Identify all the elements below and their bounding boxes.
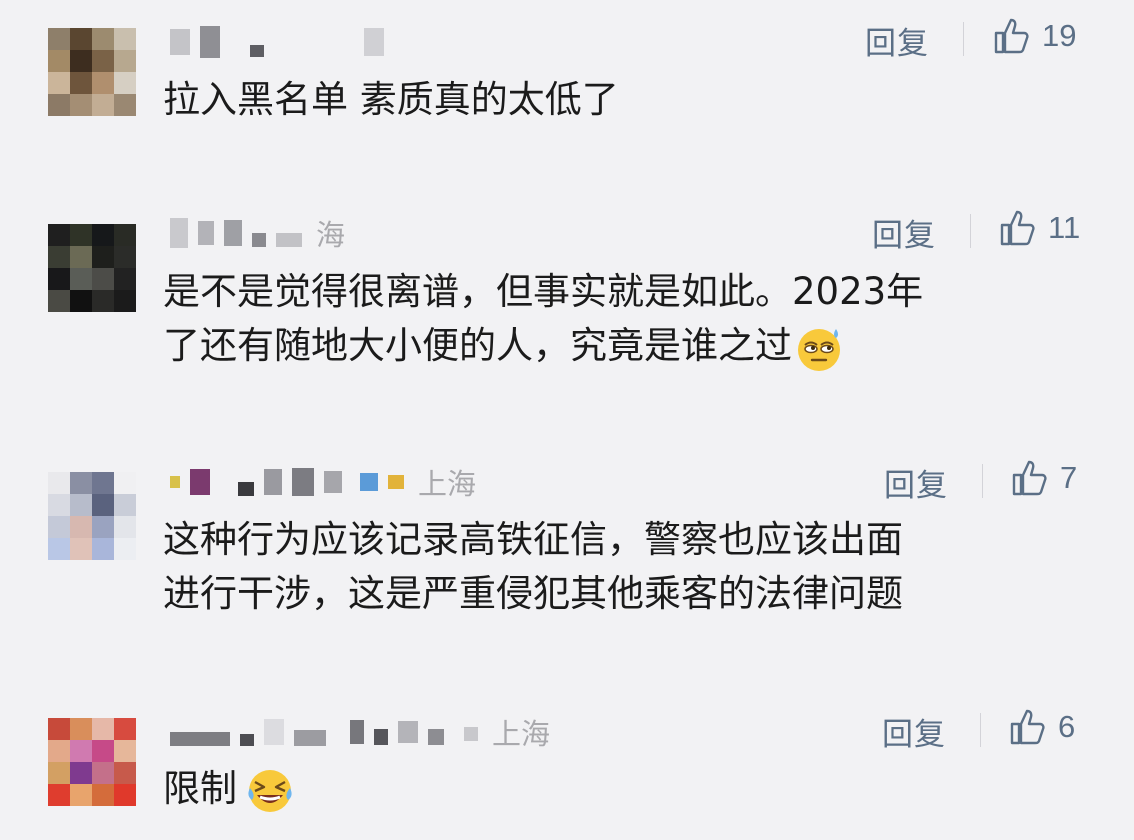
laughing-tears-emoji-icon	[248, 769, 292, 812]
comment-line: 限制	[163, 762, 295, 816]
like-count: 6	[1058, 709, 1076, 744]
reply-button[interactable]: 回复	[882, 709, 946, 754]
thumbs-up-icon	[1010, 709, 1045, 745]
user-location: 上海	[492, 717, 551, 751]
divider	[980, 713, 981, 747]
like-button[interactable]: 6	[1008, 707, 1075, 747]
comment-line-text: 限制	[163, 767, 237, 810]
avatar[interactable]	[48, 718, 136, 806]
comment-item: 上海 回复 6 限制	[0, 0, 1134, 840]
comment-text: 限制	[163, 762, 295, 816]
username-blurred[interactable]: 上海	[170, 712, 550, 752]
